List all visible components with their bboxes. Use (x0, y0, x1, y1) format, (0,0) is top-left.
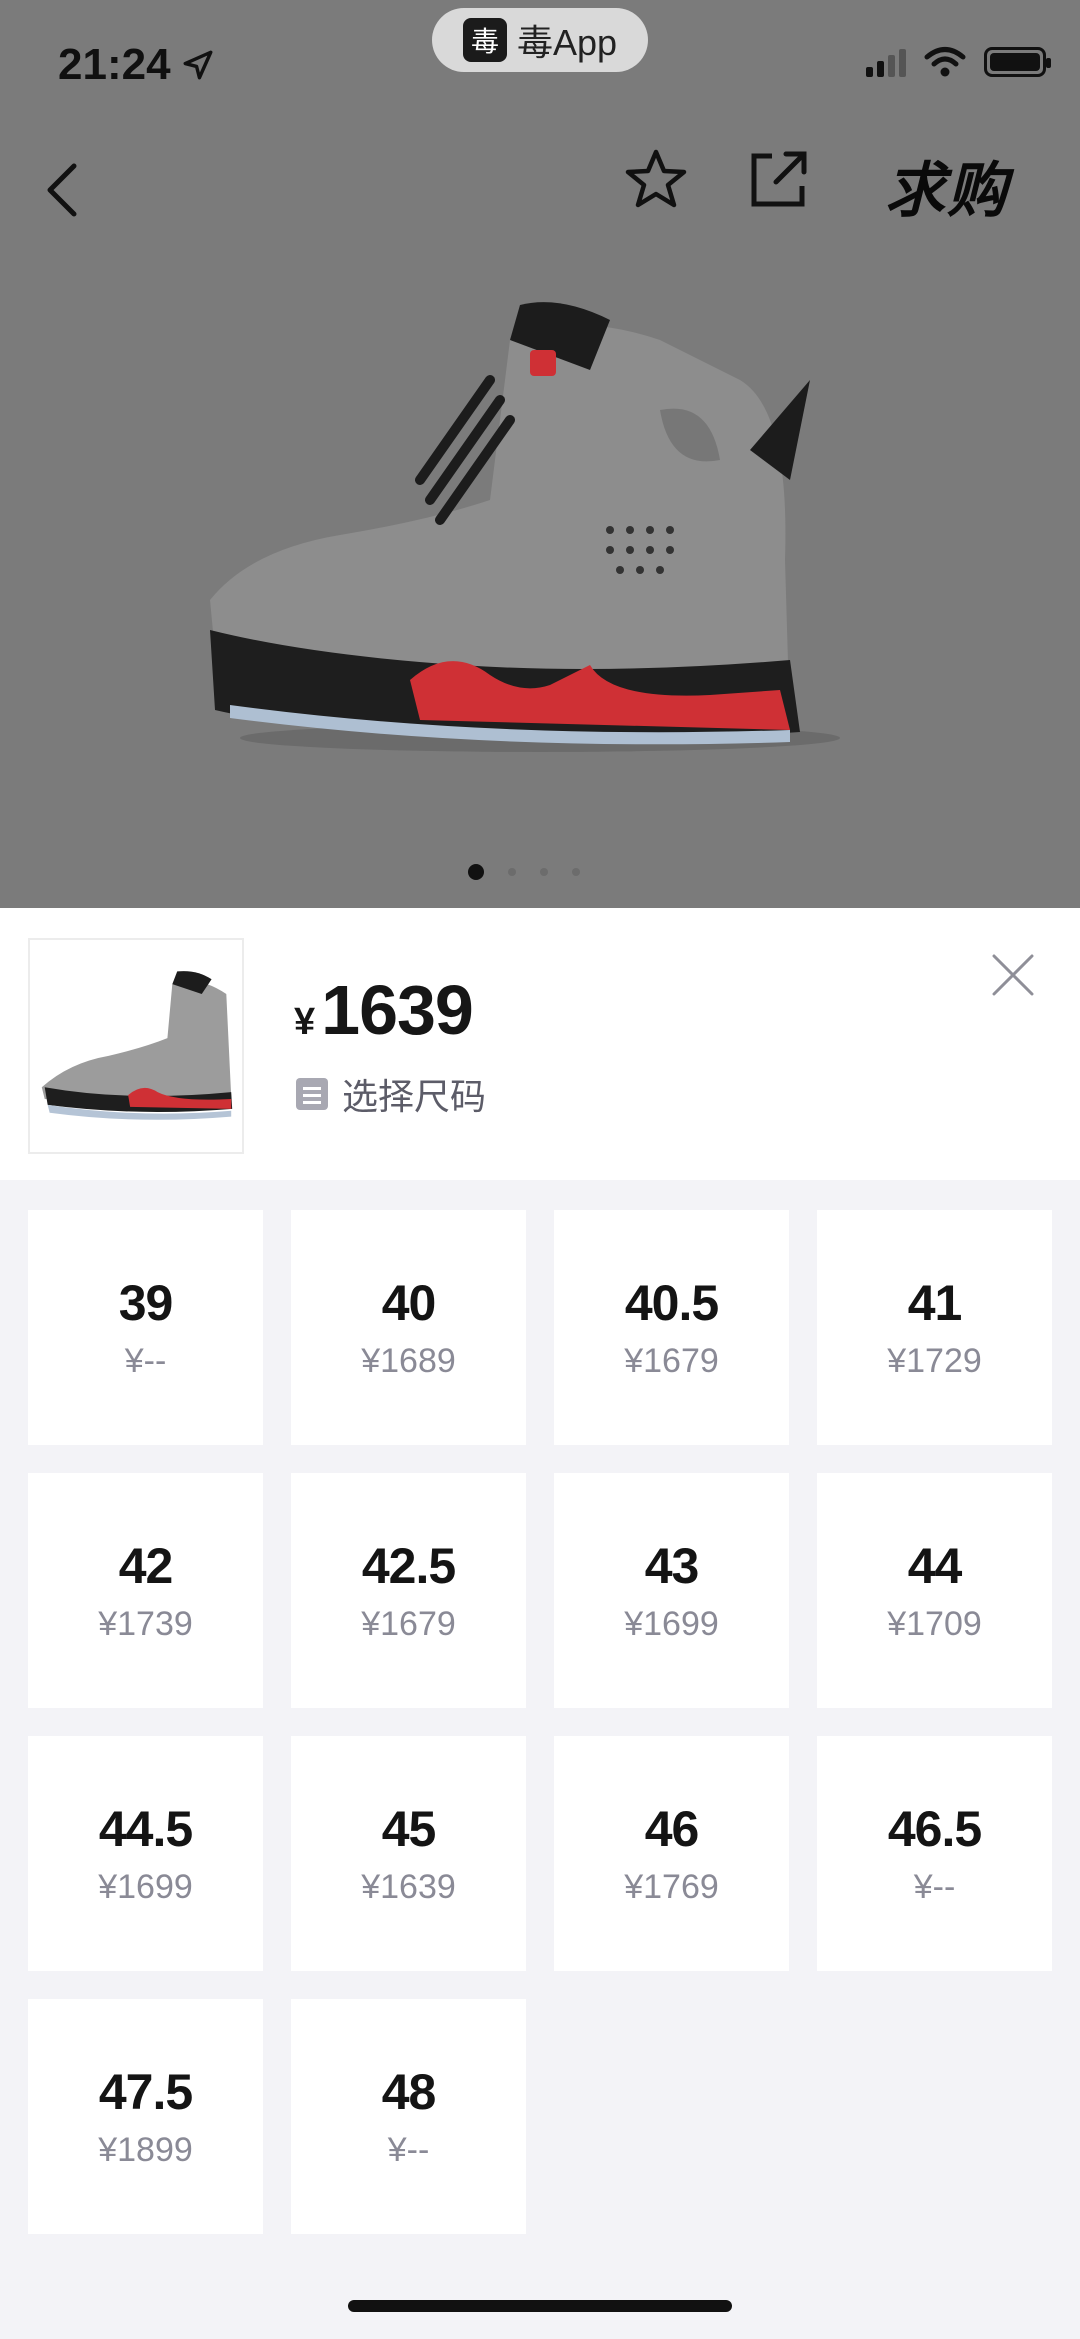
size-option[interactable]: 40.5 ¥1679 (554, 1210, 789, 1445)
size-price: ¥-- (913, 1868, 956, 1906)
select-size-hint: 选择尺码 (296, 1068, 486, 1120)
size-label: 47.5 (98, 2064, 193, 2120)
size-price: ¥1899 (98, 2131, 193, 2169)
size-option[interactable]: 47.5 ¥1899 (28, 1999, 263, 2234)
time-text: 21:24 (58, 40, 171, 89)
size-price: ¥1729 (887, 1342, 982, 1380)
app-switch-pill[interactable]: 毒 毒App (432, 8, 648, 72)
price-value: 1639 (321, 971, 474, 1049)
size-option[interactable]: 44.5 ¥1699 (28, 1736, 263, 1971)
status-time: 21:24 (58, 40, 215, 90)
carousel-dot[interactable] (508, 868, 516, 876)
app-logo-icon: 毒 (462, 18, 507, 62)
home-indicator[interactable] (348, 2300, 732, 2312)
chevron-left-icon[interactable] (40, 150, 110, 230)
status-indicators (866, 46, 1051, 78)
status-bar: 21:24 毒 毒App (0, 0, 1080, 130)
size-price: ¥1699 (98, 1868, 193, 1906)
size-price: ¥1679 (361, 1605, 456, 1643)
size-label: 40.5 (624, 1275, 719, 1331)
signal-icon (866, 47, 906, 77)
carousel-dot[interactable] (572, 868, 580, 876)
size-label: 45 (381, 1801, 437, 1857)
size-price: ¥1699 (624, 1605, 719, 1643)
size-option[interactable]: 46 ¥1769 (554, 1736, 789, 1971)
size-label: 46 (644, 1801, 700, 1857)
size-option[interactable]: 48 ¥-- (291, 1999, 526, 2234)
size-option[interactable]: 44 ¥1709 (817, 1473, 1052, 1708)
size-grid: 39 ¥-- 40 ¥1689 40.5 ¥1679 41 ¥1729 42 ¥1739 … (28, 1210, 1052, 2234)
size-option[interactable]: 40 ¥1689 (291, 1210, 526, 1445)
size-price: ¥1689 (361, 1342, 456, 1380)
size-label: 40 (381, 1275, 437, 1331)
size-price: ¥1769 (624, 1868, 719, 1906)
size-label: 46.5 (887, 1801, 982, 1857)
size-option[interactable]: 39 ¥-- (28, 1210, 263, 1445)
location-arrow-icon (183, 50, 212, 80)
currency-symbol: ¥ (294, 1001, 316, 1043)
carousel-dot-active[interactable] (468, 864, 484, 880)
carousel-dots[interactable] (468, 864, 580, 880)
size-price: ¥1639 (361, 1868, 456, 1906)
size-price: ¥-- (387, 2131, 430, 2169)
size-label: 44 (907, 1538, 963, 1594)
size-option[interactable]: 42 ¥1739 (28, 1473, 263, 1708)
battery-icon (984, 47, 1051, 77)
product-thumbnail (28, 938, 244, 1154)
top-navigation: 求购 (0, 130, 1080, 250)
size-option[interactable]: 42.5 ¥1679 (291, 1473, 526, 1708)
size-label: 42.5 (361, 1538, 456, 1594)
size-label: 39 (118, 1275, 174, 1331)
carousel-dot[interactable] (540, 868, 548, 876)
size-price: ¥1709 (887, 1605, 982, 1643)
size-price: ¥1739 (98, 1605, 193, 1643)
select-size-label: 选择尺码 (342, 1076, 487, 1117)
size-price: ¥1679 (624, 1342, 719, 1380)
size-label: 44.5 (98, 1801, 193, 1857)
wifi-icon (924, 47, 966, 77)
app-label: 毒App (516, 22, 618, 63)
want-to-buy-button[interactable]: 求购 (885, 142, 1009, 229)
size-price: ¥-- (124, 1342, 167, 1380)
size-option[interactable]: 46.5 ¥-- (817, 1736, 1052, 1971)
sneaker-image (210, 302, 840, 752)
size-label: 41 (907, 1275, 963, 1331)
size-selection-sheet: ¥ 1639 选择尺码 39 ¥-- 40 ¥1689 40.5 ¥1679 41 ¥1… (0, 908, 1080, 2339)
size-label: 42 (118, 1538, 174, 1594)
size-option[interactable]: 43 ¥1699 (554, 1473, 789, 1708)
size-option[interactable]: 45 ¥1639 (291, 1736, 526, 1971)
size-label: 48 (381, 2064, 437, 2120)
size-label: 43 (644, 1538, 700, 1594)
product-image-area: 21:24 毒 毒App 求购 (0, 0, 1080, 908)
star-icon[interactable] (620, 144, 692, 216)
sheet-header: ¥ 1639 选择尺码 (0, 908, 1080, 1180)
close-icon[interactable] (990, 952, 1036, 998)
size-option[interactable]: 41 ¥1729 (817, 1210, 1052, 1445)
current-price: ¥ 1639 (294, 970, 474, 1050)
size-list-icon (296, 1078, 328, 1110)
share-icon[interactable] (742, 144, 814, 216)
